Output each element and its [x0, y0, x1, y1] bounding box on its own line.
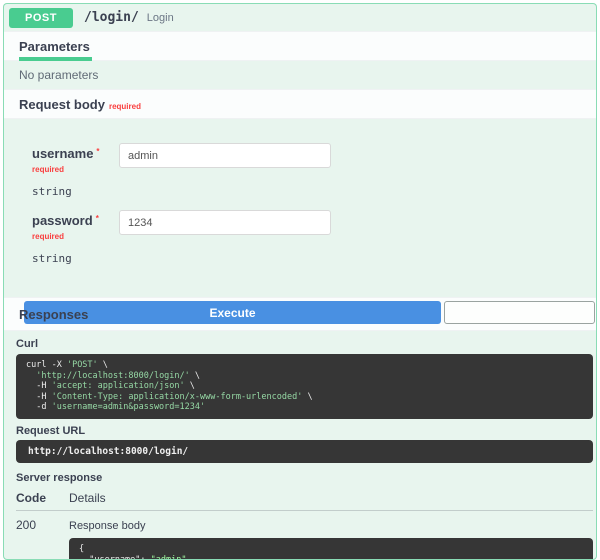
code-column-header: Code: [16, 490, 46, 505]
clear-button[interactable]: [444, 301, 595, 324]
response-table-header: Code Details: [16, 491, 593, 505]
password-field-name: password: [32, 213, 93, 228]
response-row-200: 200 Response body { "username": "admin" …: [16, 517, 593, 560]
response-body-line: "username": "admin": [79, 554, 187, 560]
password-input[interactable]: [119, 210, 331, 235]
tab-parameters[interactable]: Parameters: [19, 32, 92, 61]
table-divider: [16, 509, 593, 511]
request-url-label: Request URL: [16, 424, 86, 437]
curl-line: -H 'accept: application/json' \: [26, 381, 195, 391]
endpoint-description: Login: [146, 11, 174, 24]
server-response-label: Server response: [16, 471, 103, 484]
response-body-line: {: [79, 543, 85, 554]
parameters-header: Parameters: [4, 31, 596, 61]
endpoint-path: /login/: [84, 10, 139, 25]
field-row-username: username * required string: [32, 143, 596, 198]
username-field-name: username: [32, 146, 94, 161]
curl-line: 'http://localhost:8000/login/' \: [36, 370, 201, 381]
curl-command-block[interactable]: curl -X 'POST' \ 'http://localhost:8000/…: [16, 354, 593, 419]
request-body-header: Request body required: [4, 89, 596, 119]
curl-line: -d 'username=admin&password=1234': [26, 402, 206, 412]
responses-content: Curl curl -X 'POST' \ 'http://localhost:…: [4, 331, 596, 560]
responses-title: Responses: [19, 307, 89, 322]
execute-row: Execute: [24, 301, 595, 324]
username-input[interactable]: [119, 143, 331, 168]
username-field-type: string: [32, 185, 72, 198]
request-body-form: username* required string password* requ…: [4, 119, 596, 324]
response-body-block[interactable]: { "username": "admin" }: [69, 537, 593, 560]
method-badge: POST: [9, 7, 73, 28]
request-body-required-flag: required: [108, 102, 141, 111]
password-field-type: string: [32, 252, 72, 265]
operation-block: POST /login/ Login Parameters No paramet…: [3, 3, 597, 560]
curl-line: curl -X 'POST' \: [26, 360, 108, 370]
request-url-value: http://localhost:8000/login/: [28, 445, 189, 457]
status-code-200: 200: [16, 517, 37, 532]
field-row-password: password * required string: [32, 210, 596, 265]
curl-line: -H 'Content-Type: application/x-www-form…: [26, 391, 313, 402]
curl-label: Curl: [16, 338, 38, 350]
details-column-header: Details: [69, 490, 106, 505]
request-body-title: Request body: [19, 97, 105, 112]
operation-summary[interactable]: POST /login/ Login: [4, 4, 596, 31]
request-url-block: http://localhost:8000/login/: [16, 439, 593, 463]
no-parameters-message: No parameters: [19, 68, 99, 82]
response-body-label: Response body: [69, 519, 146, 532]
